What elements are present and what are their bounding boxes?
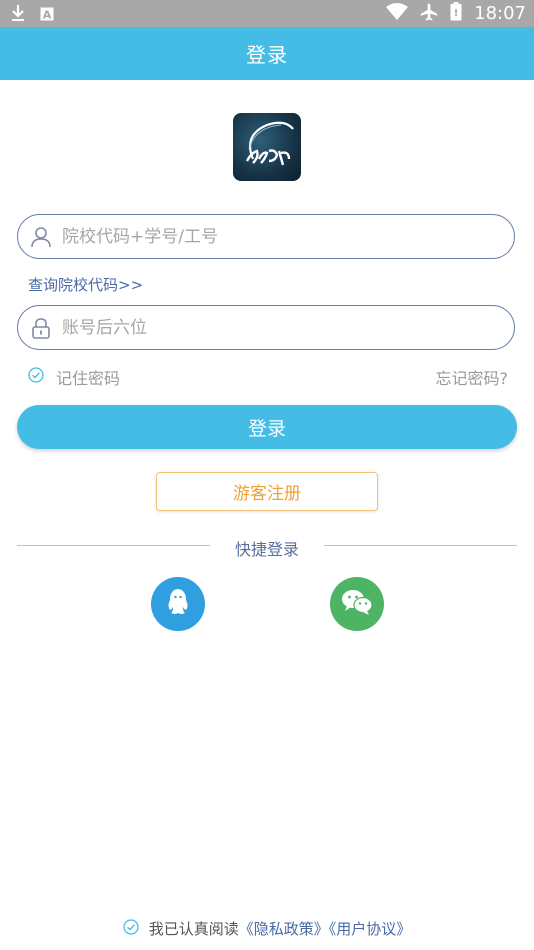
page-title: 登录 xyxy=(246,43,288,67)
quick-login-label: 快捷登录 xyxy=(234,540,299,559)
qq-icon xyxy=(165,588,191,620)
remember-password-toggle[interactable]: 记住密码 xyxy=(28,365,120,389)
forgot-password-link[interactable]: 忘记密码? xyxy=(436,365,509,389)
agreement-row: 我已认真阅读《隐私政策》《用户协议》 xyxy=(0,918,534,939)
login-button[interactable]: 登录 xyxy=(17,405,517,449)
status-time: 18:07 xyxy=(474,3,526,24)
wechat-login-button[interactable] xyxy=(330,577,384,631)
app-logo xyxy=(233,113,301,181)
wechat-icon xyxy=(341,588,373,620)
account-field[interactable] xyxy=(17,214,515,259)
download-icon xyxy=(10,4,26,26)
svg-text:!: ! xyxy=(454,8,459,19)
wifi-icon xyxy=(386,2,409,25)
query-school-code-link[interactable]: 查询院校代码>> xyxy=(28,274,143,295)
user-agreement-link[interactable]: 《用户协议》 xyxy=(329,920,412,938)
remember-label: 记住密码 xyxy=(56,369,121,388)
battery-icon: ! xyxy=(450,2,462,25)
guest-register-button[interactable]: 游客注册 xyxy=(156,472,378,511)
user-icon xyxy=(30,226,52,248)
a-notification-icon: A xyxy=(40,6,54,25)
password-field[interactable] xyxy=(17,305,515,350)
agree-check-icon[interactable] xyxy=(123,918,139,939)
agreement-text: 我已认真阅读 xyxy=(148,920,239,938)
lock-icon xyxy=(30,317,52,339)
airplane-icon xyxy=(420,3,438,25)
password-input[interactable] xyxy=(60,316,514,339)
privacy-policy-link[interactable]: 《隐私政策》 xyxy=(239,920,329,938)
check-circle-icon[interactable] xyxy=(28,367,44,387)
status-bar: A ! 18:07 xyxy=(0,0,534,27)
svg-text:A: A xyxy=(43,8,52,21)
account-input[interactable] xyxy=(60,225,514,248)
qq-login-button[interactable] xyxy=(151,577,205,631)
app-header: 登录 xyxy=(0,27,534,80)
